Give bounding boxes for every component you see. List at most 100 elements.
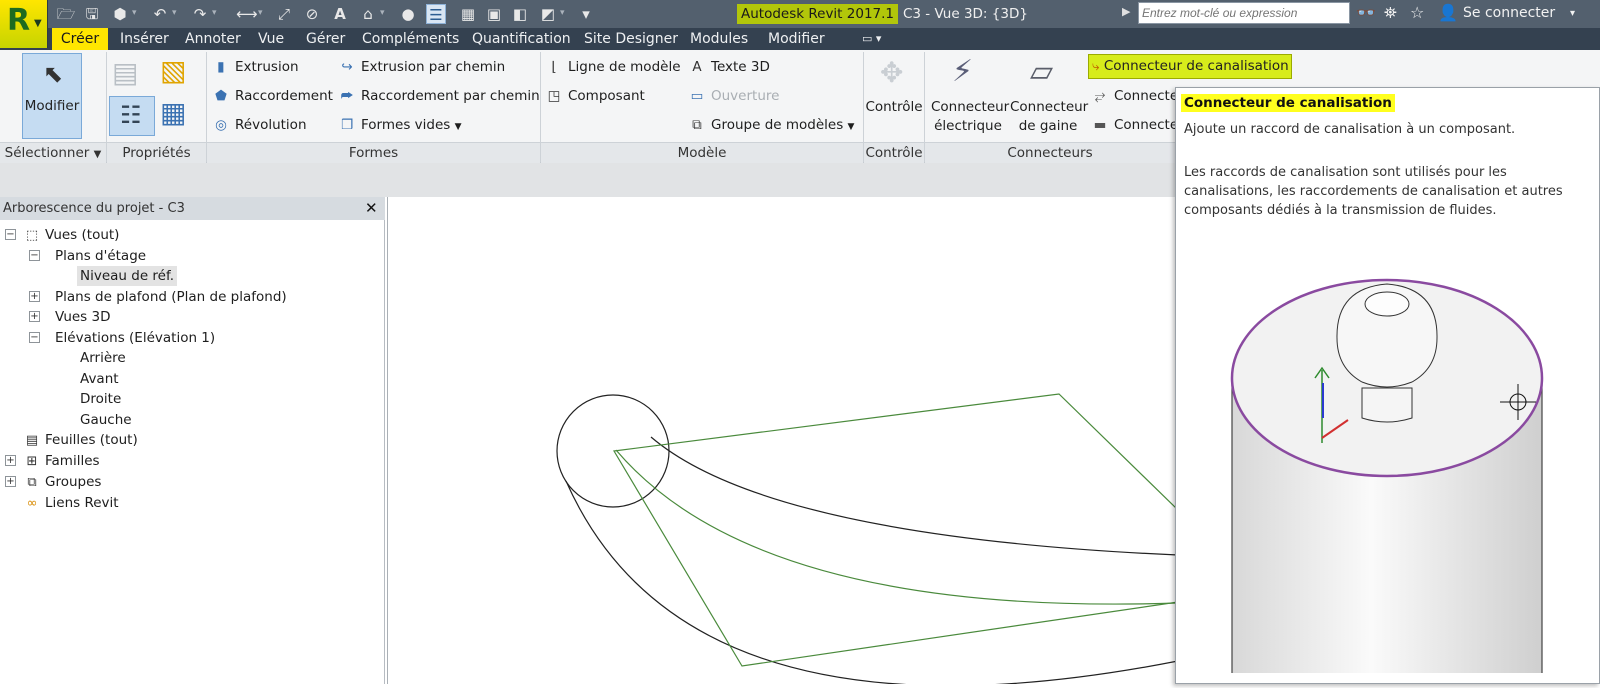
sheets-icon: ▤ xyxy=(25,433,39,448)
tab-annoter[interactable]: Annoter xyxy=(185,28,241,50)
tree-item-elevations[interactable]: Elévations (Elévation 1) xyxy=(55,328,215,348)
expand-icon[interactable]: + xyxy=(5,476,16,487)
section-icon[interactable]: ● xyxy=(398,4,418,24)
open-icon[interactable]: 🗁 xyxy=(56,4,76,24)
sign-in-button[interactable]: Se connecter xyxy=(1463,5,1555,21)
cable-tray-connector-button[interactable]: ⥂ Connecte xyxy=(1091,85,1179,107)
revolve-icon: ◎ xyxy=(215,117,227,133)
tree-item-plans-plafond[interactable]: Plans de plafond (Plan de plafond) xyxy=(55,287,287,307)
redo-icon[interactable]: ↷ xyxy=(190,4,210,24)
revolve-button[interactable]: ◎ Révolution xyxy=(212,114,306,136)
component-label: Composant xyxy=(568,88,645,104)
tree-item-vues[interactable]: ⬚ Vues (tout) xyxy=(23,225,120,245)
tree-item-liens-revit[interactable]: ∞ Liens Revit xyxy=(23,493,119,513)
tab-site-designer[interactable]: Site Designer xyxy=(584,28,678,50)
3d-viewport[interactable] xyxy=(387,197,1179,687)
panel-model-label: Modèle xyxy=(677,145,727,161)
close-icon[interactable]: ✕ xyxy=(365,199,378,217)
extrusion-button[interactable]: ▮ Extrusion xyxy=(212,56,298,78)
ribbon-toggle-icon[interactable]: ▭ ▾ xyxy=(862,28,881,50)
text-icon[interactable]: A xyxy=(330,4,350,24)
tab-quantification[interactable]: Quantification xyxy=(472,28,571,50)
tab-modifier[interactable]: Modifier xyxy=(768,28,825,50)
duct-connector-button[interactable]: Connecteur de gaine xyxy=(1010,98,1088,136)
model-group-label: Groupe de modèles xyxy=(711,117,844,133)
save-icon[interactable]: 🖫 xyxy=(82,4,102,24)
tag-icon[interactable]: ⊘ xyxy=(302,4,322,24)
sweep-button[interactable]: ↪ Extrusion par chemin xyxy=(338,56,505,78)
pipe-connector-icon: ⤷ xyxy=(1092,58,1100,74)
component-button[interactable]: ◳ Composant xyxy=(545,85,645,107)
application-menu-button[interactable]: R ▼ xyxy=(0,0,48,48)
tree-item-groupes[interactable]: ⧉ Groupes xyxy=(23,472,101,492)
panel-select-footer[interactable]: Sélectionner ▼ xyxy=(0,142,106,163)
tree-item-avant[interactable]: Avant xyxy=(80,369,119,389)
properties-button[interactable]: ☷ xyxy=(109,96,155,136)
tab-gerer[interactable]: Gérer xyxy=(306,28,345,50)
tree-item-gauche[interactable]: Gauche xyxy=(80,410,132,430)
thin-lines-icon[interactable]: ☰ xyxy=(426,4,446,24)
dropdown-arrow-icon[interactable]: ▾ xyxy=(380,8,385,18)
tree-item-label: Liens Revit xyxy=(45,495,119,511)
tree-item-niveau-ref[interactable]: Niveau de réf. xyxy=(77,266,178,286)
search-input[interactable] xyxy=(1138,2,1350,24)
binoculars-icon[interactable]: 👓 xyxy=(1356,3,1376,22)
star-icon[interactable]: ☆ xyxy=(1410,3,1424,22)
tab-modules[interactable]: Modules xyxy=(690,28,748,50)
measure-icon[interactable]: ⟷ xyxy=(236,4,258,24)
window-icon[interactable]: ◧ xyxy=(510,4,530,24)
3d-view-icon[interactable]: ⌂ xyxy=(358,4,378,24)
expand-icon[interactable]: + xyxy=(29,291,40,302)
tree-item-vues-3d[interactable]: Vues 3D xyxy=(55,307,111,327)
cable-tray-connector-label: Connecte xyxy=(1114,88,1179,104)
dropdown-arrow-icon[interactable]: ▾ xyxy=(172,8,177,18)
document-title: C3 - Vue 3D: {3D} xyxy=(903,6,1028,22)
tree-item-plans-etage[interactable]: Plans d'étage xyxy=(55,246,146,266)
expand-icon[interactable]: + xyxy=(29,311,40,322)
type-properties-icon[interactable]: ▦ xyxy=(160,96,186,129)
tab-complements[interactable]: Compléments xyxy=(362,28,459,50)
text-3d-button[interactable]: A Texte 3D xyxy=(688,56,770,78)
conduit-connector-button[interactable]: ▬ Connecte xyxy=(1091,114,1179,136)
collapse-icon[interactable]: − xyxy=(29,332,40,343)
subscription-icon[interactable]: ⛯ xyxy=(1384,3,1397,23)
dropdown-arrow-icon[interactable]: ▾ xyxy=(560,8,565,18)
chevron-down-icon[interactable]: ▾ xyxy=(1570,8,1575,19)
duct-connector-label-2: de gaine xyxy=(1018,118,1078,134)
application-title: Autodesk Revit 2017.1 xyxy=(737,4,899,24)
customize-qat-icon[interactable]: ▾ xyxy=(576,4,596,24)
swept-blend-button[interactable]: ⮫ Raccordement par chemin xyxy=(338,85,540,107)
family-category-icon[interactable]: ▧ xyxy=(160,54,186,87)
model-group-button[interactable]: ⧉ Groupe de modèles ▼ xyxy=(688,114,854,136)
dropdown-arrow-icon[interactable]: ▾ xyxy=(258,8,263,18)
switch-windows-icon[interactable]: ▣ xyxy=(484,4,504,24)
collapse-icon[interactable]: − xyxy=(29,250,40,261)
tab-inserer[interactable]: Insérer xyxy=(120,28,169,50)
reference-plane xyxy=(613,393,1179,667)
sync-icon[interactable]: ⬢ xyxy=(110,4,130,24)
dropdown-arrow-icon[interactable]: ▾ xyxy=(212,8,217,18)
tree-item-droite[interactable]: Droite xyxy=(80,389,121,409)
blend-button[interactable]: ⬟ Raccordement xyxy=(212,85,333,107)
tab-creer[interactable]: Créer xyxy=(52,28,108,50)
undo-icon[interactable]: ↶ xyxy=(150,4,170,24)
void-forms-button[interactable]: ❒ Formes vides ▼ xyxy=(338,114,462,136)
modify-button[interactable]: ⬉ Modifier xyxy=(22,53,82,139)
dimension-icon[interactable]: ⤢ xyxy=(274,4,294,24)
collapse-icon[interactable]: − xyxy=(5,229,16,240)
pipe-connector-button[interactable]: ⤷ Connecteur de canalisation xyxy=(1088,54,1292,79)
electrical-connector-button[interactable]: Connecteur électrique xyxy=(931,98,1009,136)
search-expand-icon[interactable]: ▶ xyxy=(1122,5,1130,18)
tab-vue[interactable]: Vue xyxy=(258,28,284,50)
tile-icon[interactable]: ◩ xyxy=(538,4,558,24)
dropdown-arrow-icon[interactable]: ▾ xyxy=(132,8,137,18)
close-hidden-icon[interactable]: ▦ xyxy=(458,4,478,24)
model-line-button[interactable]: ⌊ Ligne de modèle xyxy=(545,56,680,78)
tree-item-arriere[interactable]: Arrière xyxy=(80,348,126,368)
tree-item-feuilles[interactable]: ▤ Feuilles (tout) xyxy=(23,430,138,450)
tree-item-familles[interactable]: ⊞ Familles xyxy=(23,451,100,471)
opening-icon: ▭ xyxy=(690,88,704,104)
extrusion-icon: ▮ xyxy=(217,59,225,75)
panel-connectors-label: Connecteurs xyxy=(1007,145,1093,161)
expand-icon[interactable]: + xyxy=(5,455,16,466)
